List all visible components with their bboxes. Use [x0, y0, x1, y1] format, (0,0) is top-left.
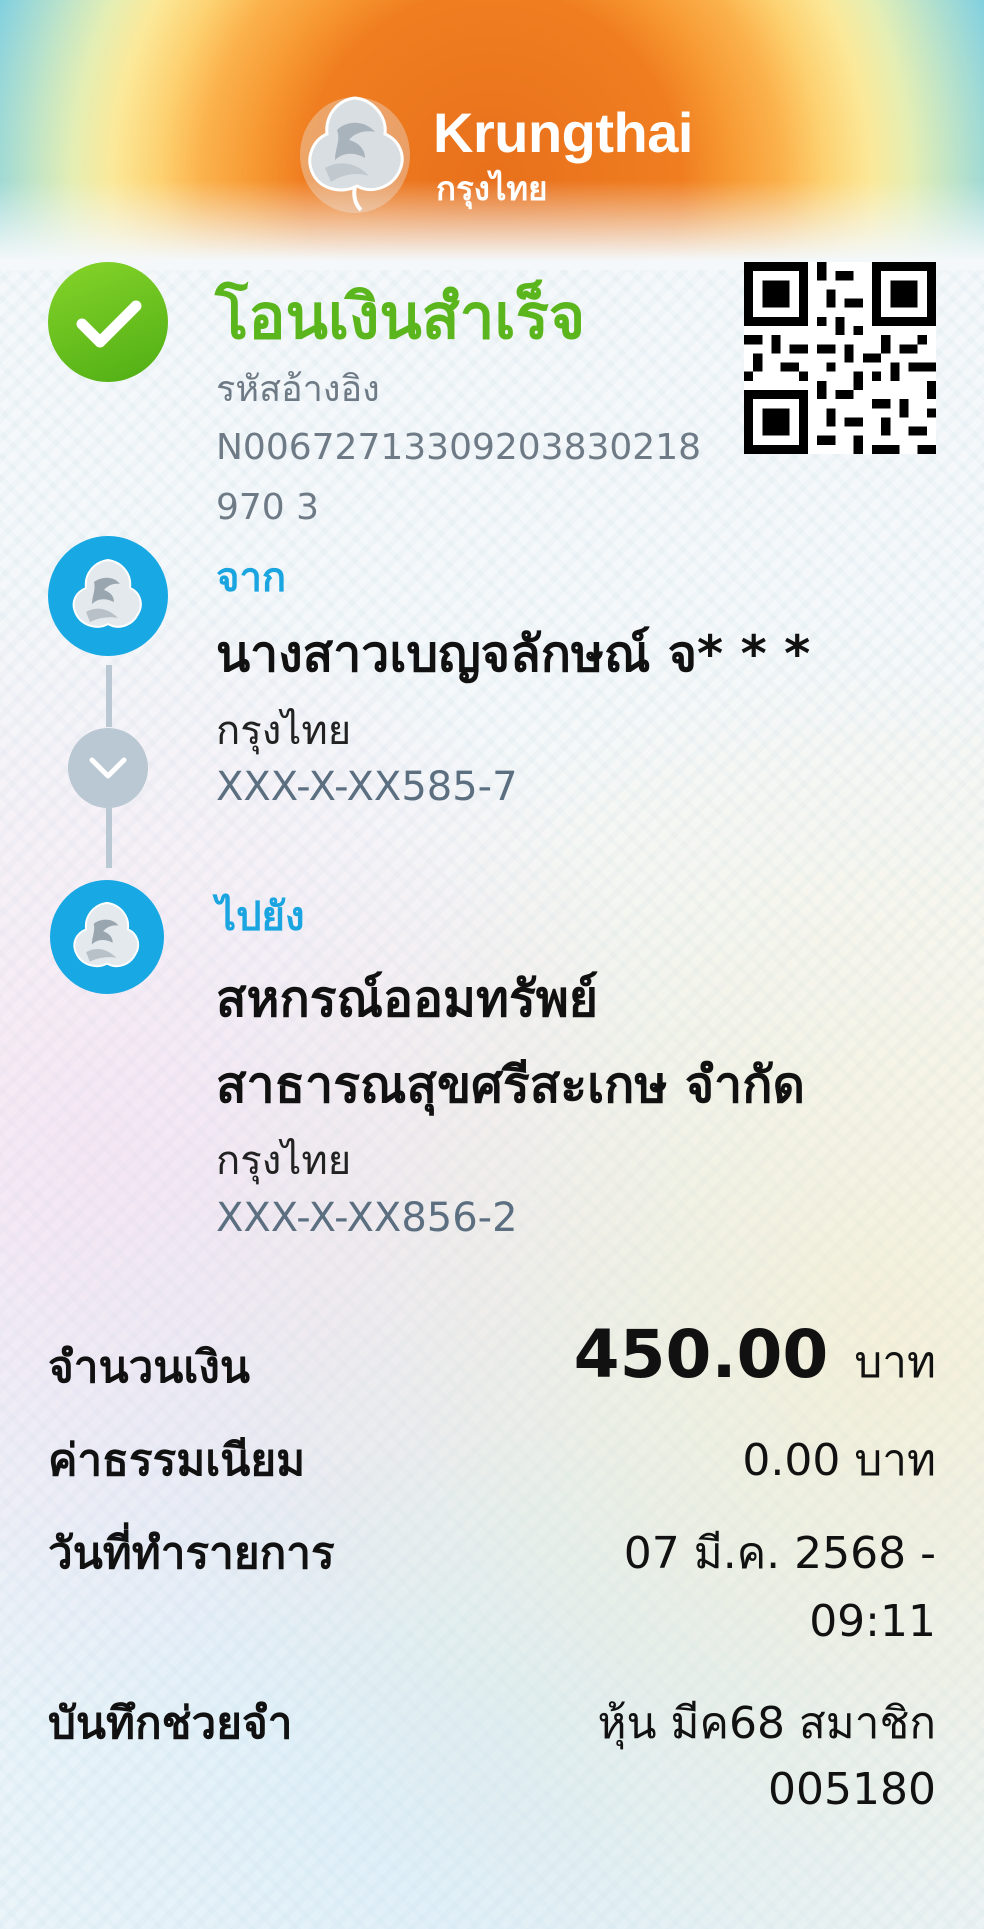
from-label: จาก [216, 555, 287, 601]
memo-value-line1: หุ้น มีค68 สมาชิก [597, 1698, 936, 1749]
recipient-bank: กรุงไทย [216, 1138, 352, 1184]
memo-label: บันทึกช่วยจำ [48, 1698, 293, 1749]
amount-number: 450.00 [573, 1316, 829, 1393]
date-value-line2: 09:11 [809, 1596, 936, 1647]
recipient-bank-avatar-icon [50, 880, 164, 994]
page-title: โอนเงินสำเร็จ [215, 280, 586, 353]
date-label: วันที่ทำรายการ [48, 1528, 335, 1579]
sender-bank-avatar-icon [48, 536, 168, 656]
sender-account: XXX-X-XX585-7 [216, 764, 518, 810]
date-value-line1: 07 มี.ค. 2568 - [623, 1528, 936, 1579]
krungthai-bird-logo-icon [300, 96, 410, 213]
recipient-account: XXX-X-XX856-2 [216, 1195, 518, 1241]
reference-label: รหัสอ้างอิง [216, 369, 380, 410]
chevron-down-icon [68, 728, 148, 808]
reference-number: N00672713309203830218970 3 [216, 427, 702, 528]
qr-code-icon [744, 262, 936, 454]
timeline-connector [106, 808, 112, 868]
to-label: ไปยัง [216, 894, 305, 940]
recipient-name-line2: สาธารณสุขศรีสะเกษ จำกัด [216, 1056, 805, 1114]
amount-value: 450.00 บาท [574, 1316, 936, 1397]
header-banner: Krungthai กรุงไทย [0, 0, 984, 270]
fee-value: 0.00 บาท [742, 1435, 936, 1486]
sender-name: นางสาวเบญจลักษณ์ จ* * * [216, 625, 811, 683]
recipient-name-line1: สหกรณ์ออมทรัพย์ [216, 970, 599, 1028]
success-check-icon [48, 262, 168, 382]
timeline-connector [106, 665, 112, 727]
sender-bank: กรุงไทย [216, 708, 352, 754]
brand-name-en: Krungthai [433, 101, 693, 164]
brand-name-th: กรุงไทย [436, 169, 548, 208]
memo-value-line2: 005180 [768, 1764, 936, 1815]
fee-label: ค่าธรรมเนียม [48, 1435, 306, 1486]
amount-unit: บาท [854, 1337, 936, 1388]
amount-label: จำนวนเงิน [48, 1342, 250, 1393]
